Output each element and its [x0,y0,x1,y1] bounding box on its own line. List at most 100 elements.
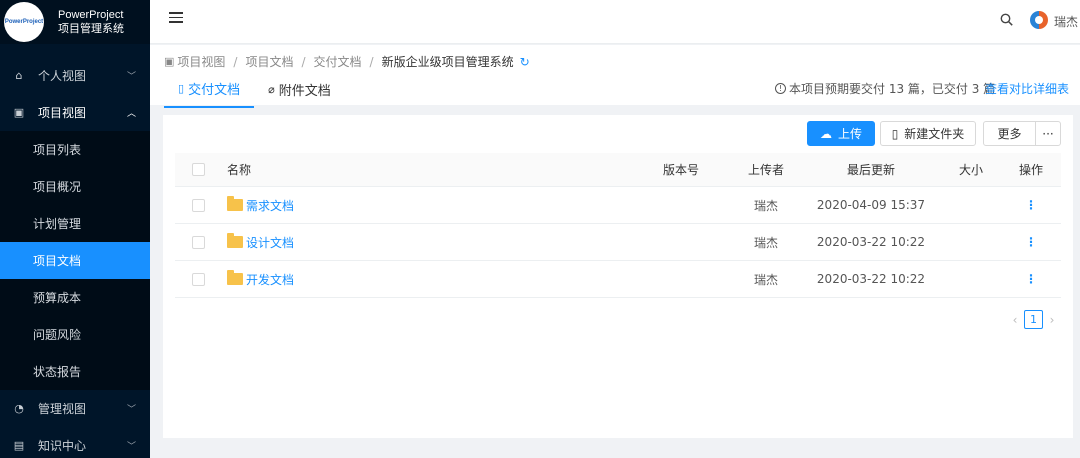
sidebar-item-management-view[interactable]: ◔ 管理视图 ﹀ [0,390,150,427]
compare-details-link[interactable]: 查看对比详细表 [985,80,1069,97]
column-header-uploader: 上传者 [747,163,784,177]
sidebar-subitem-issues-risks[interactable]: 问题风险 [0,316,150,353]
row-updated: 2020-04-09 15:37 [816,198,926,212]
chevron-down-icon: ﹀ [126,72,136,82]
row-actions-cell: ⋮ [1001,272,1061,286]
folder-link[interactable]: 设计文档 [246,234,294,251]
column-header-name: 名称 [227,163,252,177]
menu-fold-icon[interactable] [169,12,183,24]
row-name-cell: 开发文档 [221,270,631,288]
column-header-version: 版本号 [662,163,699,177]
page-number[interactable]: 1 [1024,310,1043,329]
table-row[interactable]: 开发文档 瑞杰 2020-03-22 10:22 ⋮ [175,261,1061,298]
sidebar-subitem-project-documents[interactable]: 项目文档 [0,242,150,279]
row-actions-cell: ⋮ [1001,198,1061,212]
table-header: 名称 版本号 上传者 最后更新 大小 操作 [175,153,1061,187]
sidebar-item-label: 知识中心 [38,439,87,453]
column-header-size: 大小 [958,163,983,177]
tab-delivery-docs[interactable]: ▯ 交付文档 [164,79,255,108]
sidebar-subitem-plan-management[interactable]: 计划管理 [0,205,150,242]
sidebar-subitem-status-report[interactable]: 状态报告 [0,353,150,390]
logo: PowerProject [4,2,44,42]
row-checkbox[interactable] [191,235,205,249]
more-vertical-icon[interactable]: ⋮ [1025,235,1037,249]
next-page-icon[interactable]: › [1043,313,1061,327]
sidebar: PowerProject PowerProject 项目管理系统 ⌂ 个人视图 … [0,0,150,458]
breadcrumb-current: 新版企业级项目管理系统 [381,55,514,69]
pagination: ‹ 1 › [1006,310,1061,329]
search-icon[interactable] [1000,13,1013,26]
upload-button[interactable]: ☁ 上传 [807,121,875,146]
sync-icon[interactable]: ↻ [520,55,530,69]
breadcrumb-item[interactable]: 项目文档 [245,53,293,70]
row-checkbox[interactable] [191,198,205,212]
breadcrumb-item[interactable]: 项目视图 [177,53,225,70]
folder-icon [227,233,243,248]
tab-label: 交付文档 [188,83,241,98]
brand-text: PowerProject 项目管理系统 [58,8,124,36]
sidebar-item-label: 管理视图 [38,402,87,416]
select-all-checkbox[interactable] [191,163,205,176]
more-vertical-icon[interactable]: ⋮ [1025,198,1037,212]
more-dropdown-button[interactable]: ··· [1035,121,1061,146]
table-row[interactable]: 需求文档 瑞杰 2020-04-09 15:37 ⋮ [175,187,1061,224]
sidebar-item-project-view[interactable]: ▣ 项目视图 ︿ [0,94,150,131]
document-card: ☁ 上传 ▯ 新建文件夹 更多 ··· 名称 版本号 上传者 最后更新 大小 操… [163,115,1073,438]
row-uploader: 瑞杰 [753,272,778,287]
select-all-cell [175,163,221,176]
row-check-cell [175,272,221,286]
document-tabs: ▯ 交付文档 ⌀ 附件文档 [164,79,345,108]
table-row[interactable]: 设计文档 瑞杰 2020-03-22 10:22 ⋮ [175,224,1061,261]
folder-icon [227,270,243,285]
page-header: ▣ 项目视图 / 项目文档 / 交付文档 / 新版企业级项目管理系统 ↻ ▯ 交… [150,45,1080,108]
new-folder-button[interactable]: ▯ 新建文件夹 [880,121,976,146]
row-actions-cell: ⋮ [1001,235,1061,249]
document-table: 名称 版本号 上传者 最后更新 大小 操作 需求文档 瑞杰 2020-04-09… [175,153,1061,298]
tab-label: 附件文档 [278,84,331,99]
home-icon: ⌂ [15,69,23,82]
file-icon: ▯ [178,82,185,95]
row-name-cell: 设计文档 [221,233,631,251]
breadcrumb: ▣ 项目视图 / 项目文档 / 交付文档 / 新版企业级项目管理系统 ↻ [164,53,530,70]
row-uploader: 瑞杰 [753,235,778,250]
row-updated: 2020-03-22 10:22 [816,272,926,286]
delivery-info-text: 本项目预期要交付 13 篇，已交付 3 篇 [789,82,996,96]
folder-link[interactable]: 需求文档 [246,197,294,214]
dashboard-icon: ◔ [14,402,24,415]
column-header-actions: 操作 [1018,163,1043,177]
column-header-updated: 最后更新 [846,163,895,177]
sidebar-item-personal-view[interactable]: ⌂ 个人视图 ﹀ [0,57,150,94]
prev-page-icon[interactable]: ‹ [1006,313,1024,327]
sidebar-subitem-budget-cost[interactable]: 预算成本 [0,279,150,316]
breadcrumb-separator: / [233,54,238,69]
tab-attachment-docs[interactable]: ⌀ 附件文档 [254,79,345,108]
row-checkbox[interactable] [191,272,205,286]
top-header: 瑞杰 [150,0,1080,44]
sidebar-item-label: 项目视图 [38,106,87,120]
user-name[interactable]: 瑞杰 [1054,13,1078,30]
brand-title-cn: 项目管理系统 [58,22,124,35]
cloud-upload-icon: ☁ [819,126,832,141]
sidebar-subitem-project-overview[interactable]: 项目概况 [0,168,150,205]
more-vertical-icon[interactable]: ⋮ [1025,272,1037,286]
breadcrumb-item[interactable]: 交付文档 [314,53,362,70]
breadcrumb-icon: ▣ [164,55,175,68]
row-check-cell [175,235,221,249]
new-folder-button-label: 新建文件夹 [904,127,965,141]
more-button[interactable]: 更多 [983,121,1036,146]
folder-link[interactable]: 开发文档 [246,271,294,288]
brand[interactable]: PowerProject PowerProject 项目管理系统 [0,0,150,44]
logo-text: PowerProject [4,19,44,25]
upload-button-label: 上传 [837,127,862,141]
avatar[interactable] [1030,11,1048,29]
row-check-cell [175,198,221,212]
row-name-cell: 需求文档 [221,196,631,214]
sidebar-item-knowledge-center[interactable]: ▤ 知识中心 ﹀ [0,427,150,458]
sidebar-subitem-project-list[interactable]: 项目列表 [0,131,150,168]
info-icon: ! [775,83,786,94]
chevron-up-icon: ︿ [126,109,136,119]
breadcrumb-separator: / [369,54,374,69]
sidebar-item-label: 个人视图 [38,69,87,83]
breadcrumb-separator: / [301,54,306,69]
chevron-down-icon: ﹀ [126,405,136,415]
